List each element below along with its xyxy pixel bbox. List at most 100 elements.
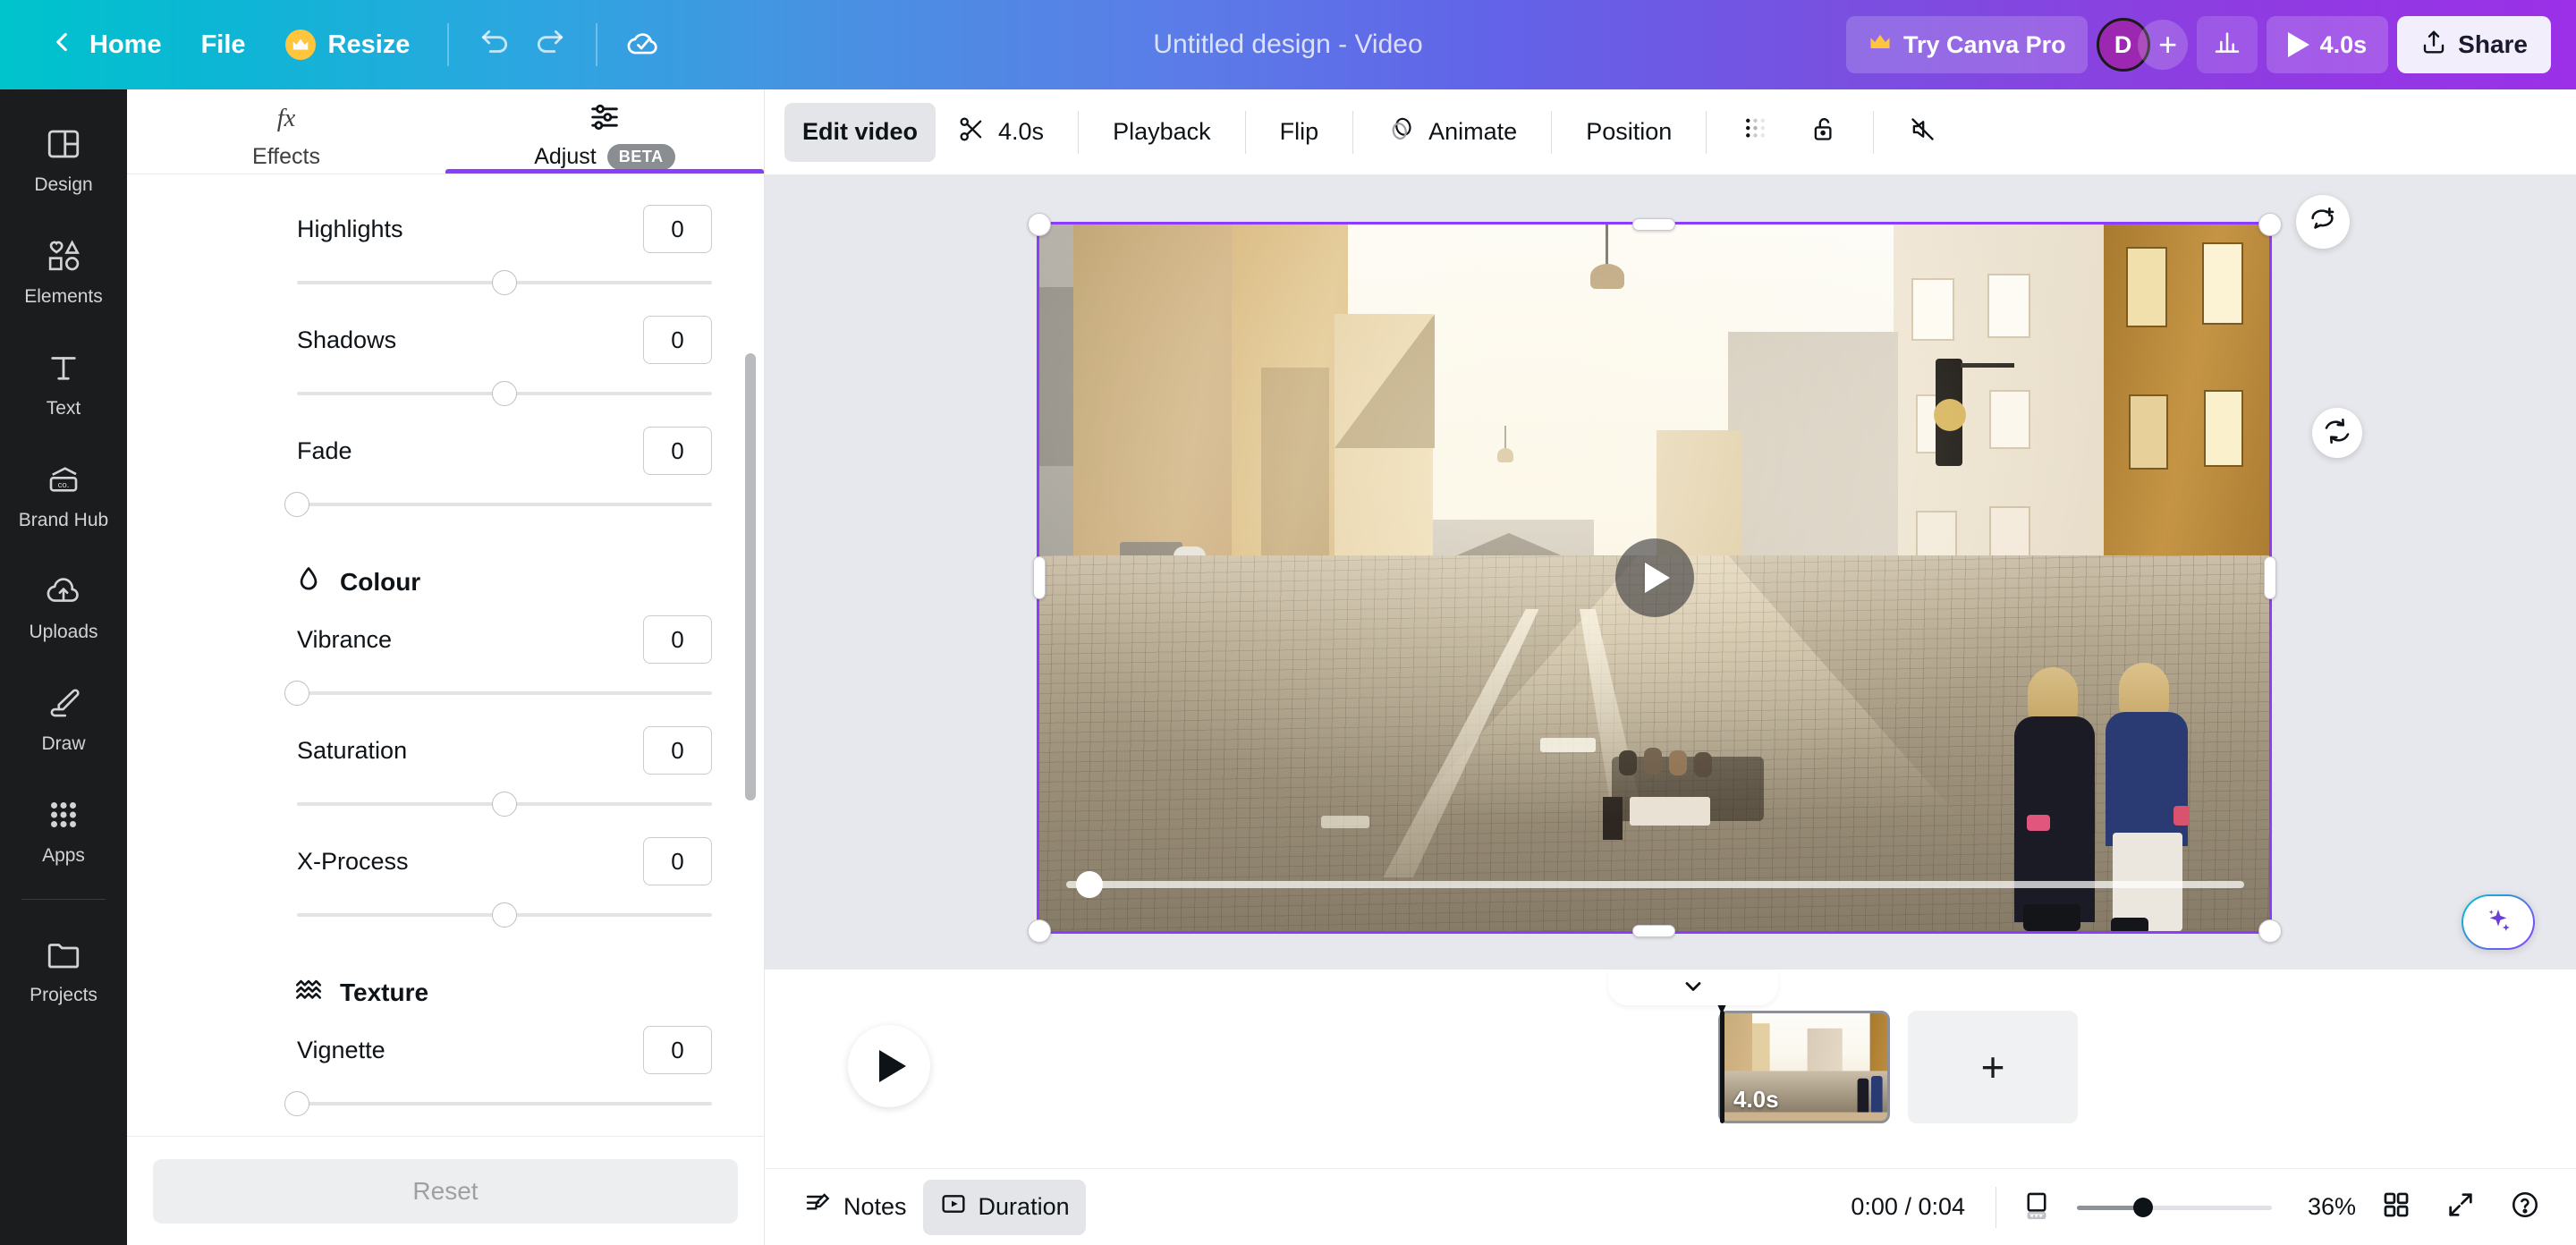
rotate-button[interactable] (2312, 408, 2362, 458)
vibrance-slider[interactable] (284, 673, 712, 712)
playhead-line (1720, 1011, 1724, 1123)
duration-button[interactable]: 4.0s (939, 103, 1062, 162)
resize-handle-top[interactable] (1632, 218, 1675, 231)
highlights-slider[interactable] (297, 262, 712, 301)
top-bar: Home File Resize Untitled design - Video… (0, 0, 2576, 89)
saved-status-button[interactable] (615, 17, 671, 72)
adjust-row-highlights: Highlights 0 (297, 198, 712, 301)
duration-panel-button[interactable]: Duration (922, 1179, 1086, 1235)
adjust-value-input[interactable]: 0 (643, 316, 712, 364)
help-button[interactable] (2501, 1183, 2549, 1232)
resize-handle-bottom[interactable] (1632, 925, 1675, 937)
page-view-button[interactable] (2012, 1183, 2061, 1232)
share-button[interactable]: Share (2397, 16, 2551, 73)
grid-view-button[interactable] (2372, 1183, 2420, 1232)
sidebar-item-draw[interactable]: Draw (5, 672, 122, 764)
file-menu-button[interactable]: File (182, 17, 266, 72)
sidebar-item-brand-hub[interactable]: co. Brand Hub (5, 448, 122, 540)
video-scrubber-knob[interactable] (1076, 871, 1104, 898)
shadows-slider[interactable] (297, 373, 712, 412)
magic-assist-button[interactable] (2462, 894, 2535, 950)
home-button[interactable]: Home (27, 17, 182, 72)
fade-slider[interactable] (284, 484, 712, 523)
notes-button[interactable]: Notes (788, 1180, 923, 1235)
x-process-slider[interactable] (297, 894, 712, 934)
tab-adjust[interactable]: Adjust BETA (445, 89, 764, 174)
adjust-value-input[interactable]: 0 (643, 427, 712, 475)
resize-handle-right[interactable] (2264, 556, 2276, 599)
slider-knob[interactable] (492, 902, 517, 927)
sidebar-item-label: Design (34, 174, 93, 195)
lock-button[interactable] (1792, 103, 1857, 162)
collapse-timeline-button[interactable] (1608, 970, 1778, 1005)
top-bar-left: Home File Resize (0, 0, 671, 89)
redo-button[interactable] (522, 17, 578, 72)
canvas-area[interactable] (765, 175, 2576, 970)
sidebar-item-apps[interactable]: Apps (5, 783, 122, 876)
slider-knob[interactable] (492, 792, 517, 817)
undo-button[interactable] (467, 17, 522, 72)
svg-text:co.: co. (58, 480, 70, 490)
position-button[interactable]: Position (1568, 103, 1690, 162)
present-button[interactable]: 4.0s (2266, 16, 2389, 73)
toolbar-divider (1078, 110, 1080, 154)
tab-adjust-label: Adjust (534, 143, 597, 169)
sidebar-item-design[interactable]: Design (5, 113, 122, 205)
tab-effects[interactable]: fx Effects (127, 89, 445, 174)
adjust-value-input[interactable]: 0 (643, 726, 712, 775)
mute-button[interactable] (1890, 103, 1955, 162)
insights-button[interactable] (2196, 16, 2258, 73)
playback-button[interactable]: Playback (1095, 103, 1229, 162)
adjust-value-input[interactable]: 0 (643, 837, 712, 885)
panel-scroll-region[interactable]: Highlights 0 Shadows 0 Fade 0 Colour Vib… (127, 174, 764, 1136)
toolbar-divider (447, 23, 450, 66)
video-scrubber[interactable] (1066, 871, 2244, 898)
slider-knob[interactable] (492, 270, 517, 295)
zoom-knob[interactable] (2133, 1197, 2154, 1217)
slider-knob[interactable] (284, 681, 309, 706)
zoom-slider[interactable] (2077, 1194, 2272, 1221)
transparency-button[interactable] (1723, 103, 1788, 162)
fullscreen-button[interactable] (2436, 1183, 2485, 1232)
cloud-upload-icon (45, 572, 82, 614)
try-canva-pro-button[interactable]: Try Canva Pro (1846, 16, 2088, 73)
adjust-value-input[interactable]: 0 (643, 205, 712, 253)
adjust-value-input[interactable]: 0 (643, 615, 712, 664)
add-page-button[interactable]: + (1908, 1011, 2078, 1123)
timeline-play-button[interactable] (848, 1025, 930, 1107)
add-comment-button[interactable] (2296, 195, 2350, 249)
shapes-icon (45, 237, 82, 279)
sidebar-item-uploads[interactable]: Uploads (5, 560, 122, 652)
adjust-row-vibrance: Vibrance 0 (284, 608, 712, 712)
video-element[interactable] (1037, 222, 2272, 934)
resize-button[interactable]: Resize (266, 17, 430, 72)
slider-track (297, 691, 712, 695)
adjust-row-vignette: Vignette 0 (284, 1019, 712, 1122)
slider-knob[interactable] (492, 381, 517, 406)
animate-label: Animate (1428, 118, 1518, 145)
resize-handle-bottom-left[interactable] (1028, 919, 1051, 943)
toolbar-divider (1706, 110, 1707, 154)
video-play-button[interactable] (1614, 538, 1694, 617)
saturation-slider[interactable] (297, 783, 712, 823)
sidebar-item-text[interactable]: Text (5, 336, 122, 428)
resize-handle-left[interactable] (1033, 556, 1046, 599)
sidebar-item-elements[interactable]: Elements (5, 224, 122, 317)
sidebar-item-projects[interactable]: Projects (5, 923, 122, 1015)
slider-knob[interactable] (284, 492, 309, 517)
animate-button[interactable]: Animate (1369, 103, 1535, 162)
flip-button[interactable]: Flip (1262, 103, 1337, 162)
resize-handle-top-right[interactable] (2258, 213, 2282, 236)
panel-scrollbar[interactable] (745, 353, 756, 800)
reset-button[interactable]: Reset (153, 1158, 738, 1224)
adjust-value-input[interactable]: 0 (643, 1026, 712, 1074)
edit-video-button[interactable]: Edit video (784, 102, 936, 162)
slider-track (297, 503, 712, 506)
add-collaborator-button[interactable]: + (2137, 20, 2188, 70)
resize-handle-bottom-right[interactable] (2258, 919, 2282, 943)
resize-handle-top-left[interactable] (1028, 213, 1051, 236)
slider-knob[interactable] (284, 1091, 309, 1116)
duration-icon (939, 1190, 968, 1224)
timeline-clip[interactable]: 4.0s (1718, 1011, 1890, 1123)
vignette-slider[interactable] (284, 1083, 712, 1122)
